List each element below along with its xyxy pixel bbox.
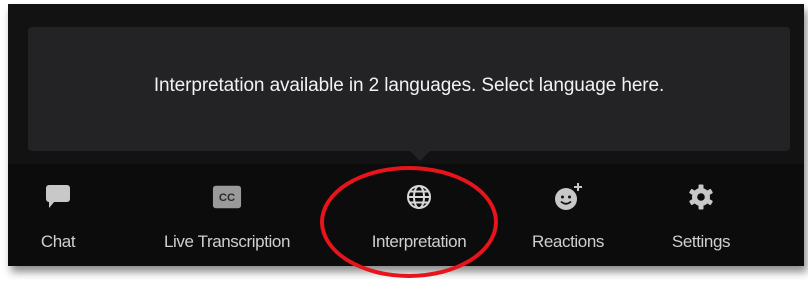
interpretation-label: Interpretation (371, 232, 467, 251)
chat-button[interactable]: Chat (28, 164, 88, 266)
gear-icon (686, 182, 716, 212)
svg-text:CC: CC (219, 192, 235, 204)
live-transcription-button[interactable]: CC Live Transcription (142, 164, 312, 266)
tooltip-caret (410, 151, 430, 161)
chat-bubble-icon (43, 182, 73, 212)
reactions-button[interactable]: Reactions (520, 164, 616, 266)
tooltip-message: Interpretation available in 2 languages.… (153, 75, 665, 96)
settings-label: Settings (671, 232, 731, 251)
globe-icon (404, 182, 434, 212)
meeting-toolbar: Chat CC Live Transcription Interpretatio… (8, 164, 804, 266)
settings-button[interactable]: Settings (656, 164, 746, 266)
emoji-add-icon (553, 182, 583, 212)
live-transcription-label: Live Transcription (163, 232, 291, 251)
chat-label: Chat (40, 232, 76, 251)
interpretation-tooltip: Interpretation available in 2 languages.… (28, 27, 790, 151)
closed-caption-icon: CC (212, 182, 242, 212)
interpretation-button[interactable]: Interpretation (344, 164, 494, 266)
reactions-label: Reactions (532, 232, 604, 251)
meeting-window: Interpretation available in 2 languages.… (8, 4, 804, 266)
